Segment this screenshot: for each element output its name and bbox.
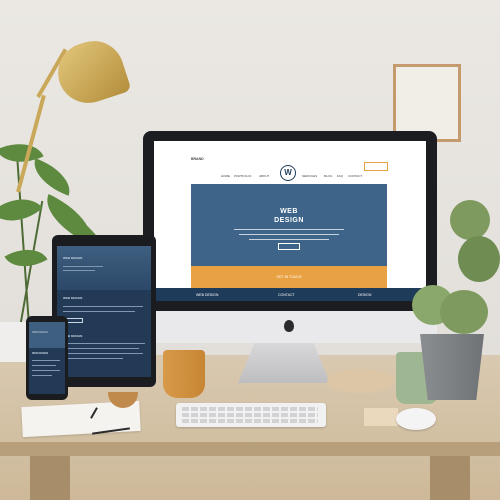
desk-leg-left bbox=[30, 456, 70, 500]
phone-text-line bbox=[32, 370, 60, 371]
tablet-hero bbox=[57, 246, 151, 290]
hero-text-line bbox=[249, 239, 329, 241]
phone-heading: WEB DESIGN bbox=[32, 352, 49, 355]
phone-text-line bbox=[32, 365, 56, 366]
website-hero bbox=[191, 184, 387, 266]
apple-logo-icon bbox=[284, 320, 294, 332]
wooden-coaster bbox=[327, 369, 394, 393]
plant-pot-right bbox=[420, 334, 484, 400]
tablet-text-line bbox=[63, 270, 95, 271]
tablet-text-line bbox=[63, 306, 143, 307]
hero-button[interactable] bbox=[278, 243, 300, 250]
tablet-text-line bbox=[63, 358, 123, 359]
plant-foliage bbox=[440, 290, 488, 334]
nav-faq-link[interactable]: FAQ bbox=[337, 174, 343, 178]
desk-leg-right bbox=[430, 456, 470, 500]
phone-label: WEB DESIGN bbox=[32, 331, 48, 334]
cta-label[interactable]: GET IN TOUCH bbox=[191, 275, 387, 279]
plant-foliage bbox=[450, 200, 490, 240]
hero-text-line bbox=[239, 234, 339, 236]
tablet-screen: WEB DESIGN WEB DESIGN WEB DESIGN bbox=[57, 246, 151, 377]
keyboard-keys bbox=[182, 419, 318, 423]
keyboard-keys bbox=[182, 407, 318, 411]
tablet-heading: WEB DESIGN bbox=[63, 296, 83, 300]
footer-item[interactable]: CONTACT bbox=[278, 293, 295, 297]
desk-edge bbox=[0, 442, 500, 456]
nav-home-link[interactable]: HOME bbox=[221, 174, 230, 178]
phone-screen: WEB DESIGN WEB DESIGN bbox=[29, 322, 65, 394]
phone-text-line bbox=[32, 375, 52, 376]
hero-title-line2: DESIGN bbox=[274, 217, 304, 224]
footer-item[interactable]: DESIGN bbox=[358, 293, 371, 297]
nav-blog-link[interactable]: BLOG bbox=[324, 174, 332, 178]
tablet-text-line bbox=[63, 343, 145, 344]
tablet-text-line bbox=[63, 311, 135, 312]
keyboard-keys bbox=[182, 413, 318, 417]
orange-mug bbox=[163, 350, 205, 398]
tablet-text-line bbox=[63, 348, 139, 349]
note-card bbox=[364, 408, 398, 426]
mouse bbox=[396, 408, 436, 430]
nav-contact-link[interactable]: CONTACT bbox=[348, 174, 362, 178]
tablet-text-line bbox=[63, 266, 103, 267]
tablet-hero-label: WEB DESIGN bbox=[63, 256, 83, 260]
tablet-text-line bbox=[63, 353, 143, 354]
phone-hero bbox=[29, 322, 65, 348]
website-brand[interactable]: BRAND bbox=[191, 157, 204, 161]
keyboard bbox=[176, 403, 326, 427]
nav-about-link[interactable]: ABOUT bbox=[259, 174, 269, 178]
plant-foliage bbox=[458, 236, 500, 282]
hero-title: WEB DESIGN bbox=[191, 207, 387, 225]
hero-title-line1: WEB bbox=[280, 208, 298, 215]
nav-services-link[interactable]: SERVICES bbox=[302, 174, 317, 178]
website-logo-icon[interactable]: W bbox=[280, 165, 296, 181]
phone-text-line bbox=[32, 360, 60, 361]
nav-portfolio-link[interactable]: PORTFOLIO bbox=[234, 174, 251, 178]
footer-item[interactable]: WEB DESIGN bbox=[196, 293, 218, 297]
hero-text-line bbox=[234, 229, 344, 231]
nav-cta-button[interactable] bbox=[364, 162, 388, 171]
monitor-screen: BRAND HOME PORTFOLIO ABOUT W SERVICES BL… bbox=[154, 141, 426, 301]
